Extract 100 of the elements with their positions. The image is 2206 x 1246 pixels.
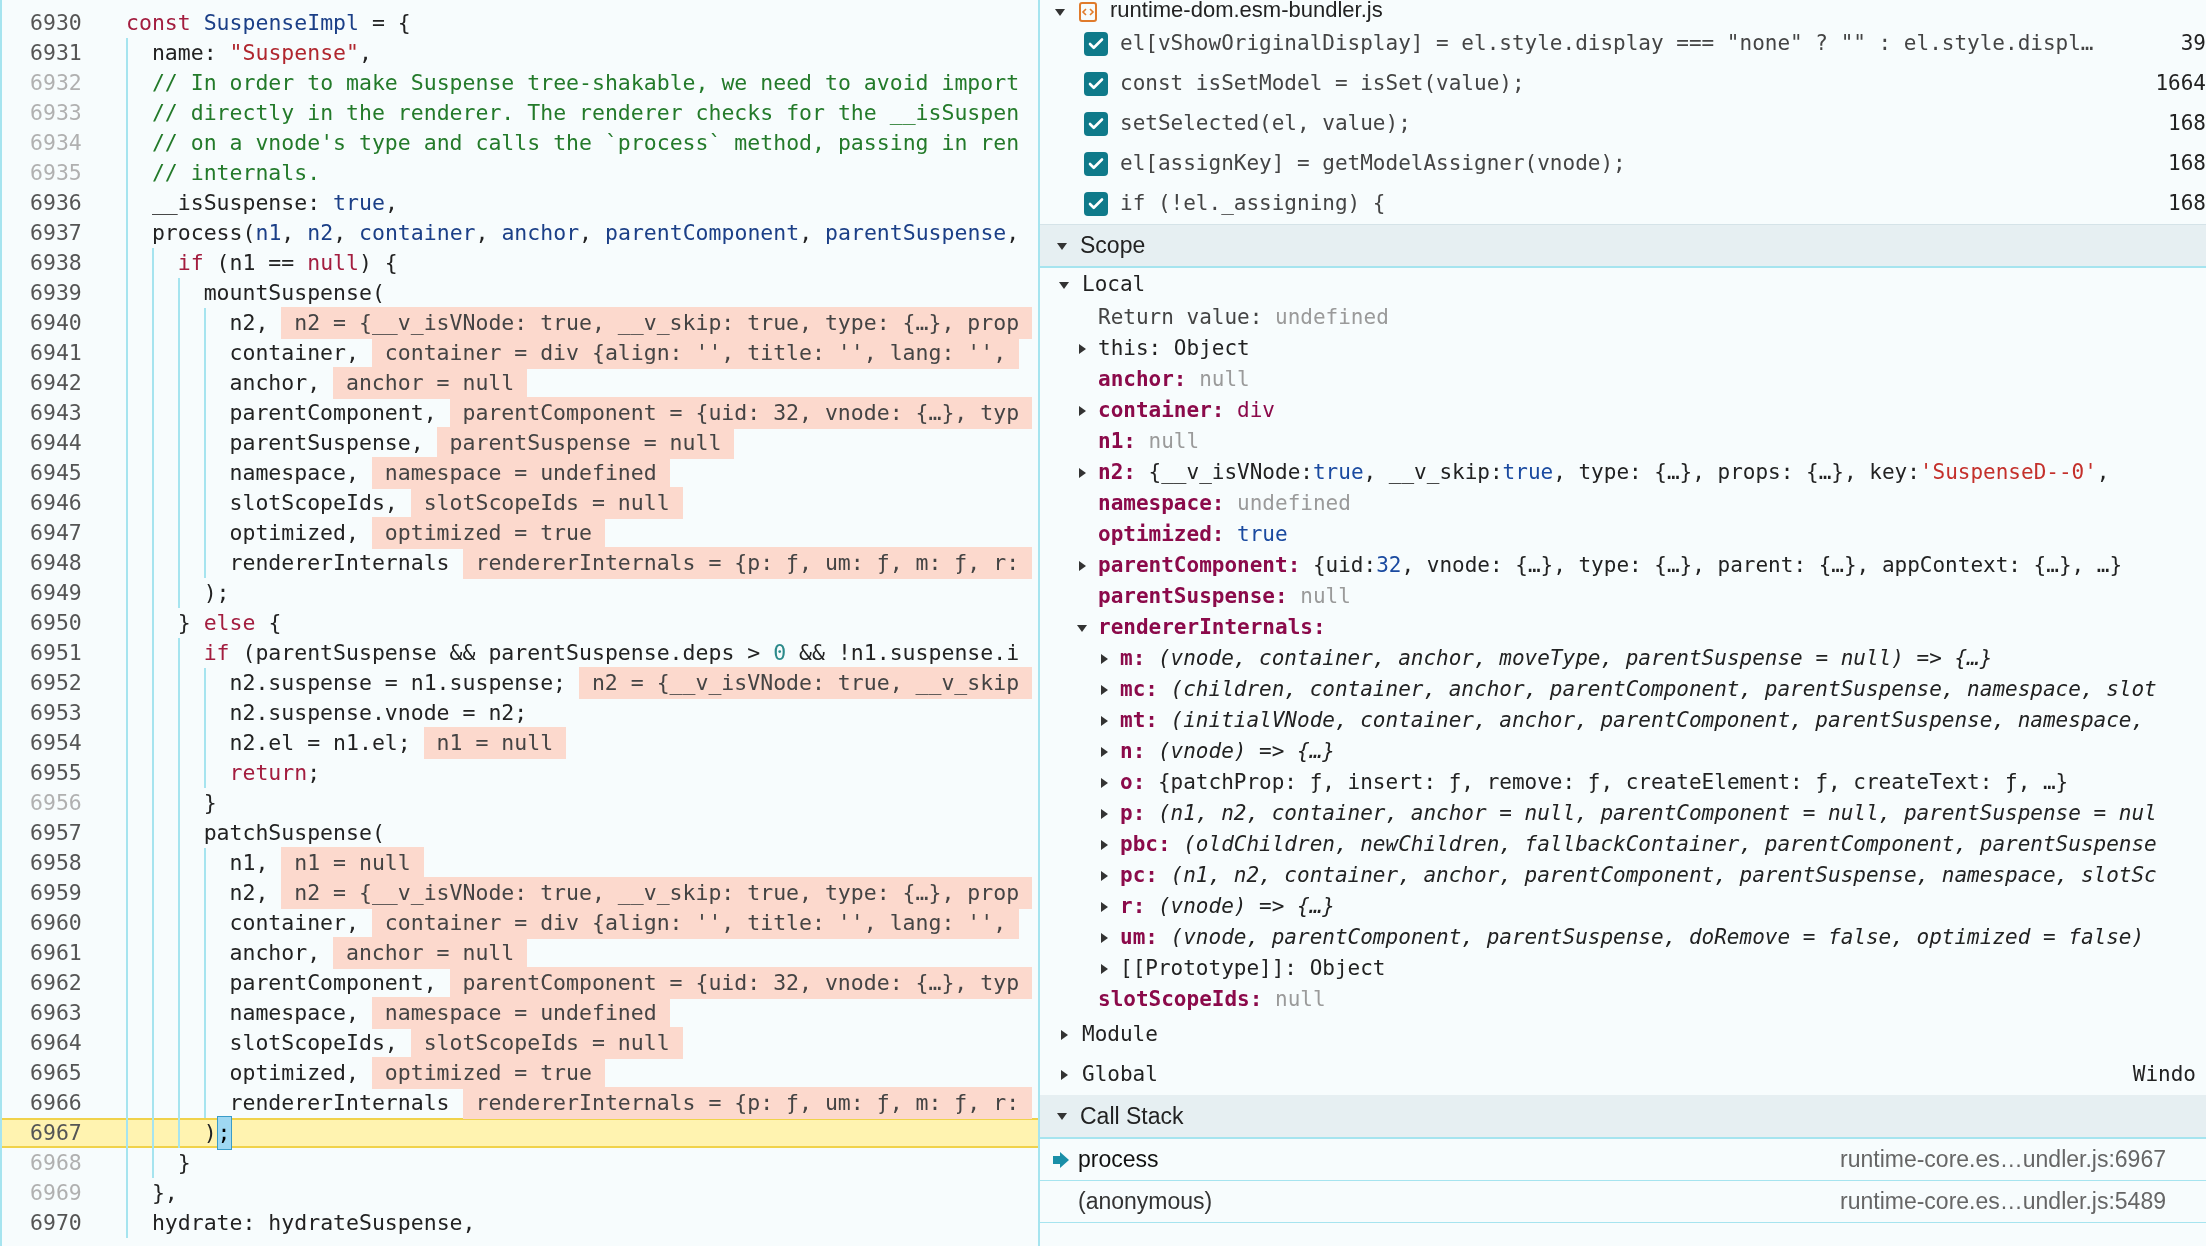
code-text: anchor, (229, 368, 321, 397)
property-value: div (1237, 396, 1275, 424)
property-key[interactable]: r: (1120, 890, 1146, 923)
scope-group-value: Windo (2132, 1061, 2196, 1089)
property-key[interactable]: slotScopeIds: (1098, 983, 1263, 1016)
code-literal: true (332, 188, 385, 217)
property-value: (vnode) => {…} (1157, 737, 1335, 765)
collapsed-triangle-icon[interactable] (1098, 931, 1110, 944)
collapsed-triangle-icon[interactable] (1058, 1069, 1070, 1081)
code-text: process( (151, 218, 256, 247)
collapsed-triangle-icon[interactable] (1098, 652, 1110, 665)
breakpoint-checkbox[interactable] (1084, 192, 1108, 216)
property-key[interactable]: pc: (1120, 859, 1158, 892)
collapsed-triangle-icon[interactable] (1076, 404, 1088, 417)
property-value: 'SuspenseD--0' (1919, 458, 2097, 486)
inline-value: rendererInternals = {p: ƒ, um: ƒ, m: ƒ, r: (462, 546, 1033, 580)
breakpoint-checkbox[interactable] (1084, 72, 1108, 96)
code-text: (parentSuspense && parentSuspense.deps > (241, 638, 761, 667)
property-value: undefined (1237, 489, 1351, 517)
breakpoint-code[interactable]: const isSetModel = isSet(value); (1120, 68, 1525, 100)
code-text: rendererInternals (229, 1088, 450, 1117)
collapsed-triangle-icon[interactable] (1098, 900, 1110, 913)
collapsed-triangle-icon[interactable] (1098, 776, 1110, 789)
code-text: , (333, 218, 347, 247)
breakpoint-file-name[interactable]: runtime-dom.esm-bundler.js (1110, 0, 1383, 24)
expanded-triangle-icon[interactable] (1058, 279, 1070, 291)
property-value: , (2096, 458, 2110, 486)
code-text: container, (229, 908, 359, 937)
collapsed-triangle-icon[interactable] (1076, 342, 1088, 355)
pause-marker: ; (216, 1115, 232, 1151)
code-text: (n1 == (215, 248, 295, 277)
collapsed-triangle-icon[interactable] (1076, 559, 1088, 572)
property-key[interactable]: mc: (1120, 673, 1158, 706)
property-key[interactable]: n1: (1098, 425, 1136, 458)
collapsed-triangle-icon[interactable] (1098, 838, 1110, 851)
property-key[interactable]: o: (1120, 766, 1146, 799)
property-value: (vnode) => {…} (1157, 892, 1335, 920)
property-value: true (1312, 458, 1364, 486)
inline-value: namespace = undefined (371, 996, 670, 1030)
property-key[interactable]: m: (1120, 642, 1146, 675)
scope-group-label[interactable]: Global (1082, 1059, 1158, 1091)
code-keyword: const (126, 8, 191, 37)
call-frame-name[interactable]: process (1078, 1142, 1159, 1177)
inline-value: namespace = undefined (371, 456, 670, 490)
scope-header[interactable]: Scope (1040, 224, 2206, 268)
property-key[interactable]: n2: (1098, 456, 1136, 489)
property-key[interactable]: [[Prototype]]: (1120, 952, 1297, 985)
property-value: (initialVNode, container, anchor, parentComponent, parentSuspense, namespace, (1170, 706, 2145, 734)
collapsed-triangle-icon[interactable] (1098, 869, 1110, 882)
property-key[interactable]: Return value: (1098, 301, 1263, 334)
property-value: (n1, n2, container, anchor = null, parentComponent = null, parentSuspense = nul (1157, 799, 2157, 827)
property-key[interactable]: parentSuspense: (1098, 580, 1288, 613)
inline-value: container = div {align: '', title: '', lang: '', (371, 906, 1020, 940)
property-value: true (1502, 458, 1554, 486)
call-frame-name[interactable]: (anonymous) (1078, 1184, 1213, 1219)
breakpoint-checkbox[interactable] (1084, 152, 1108, 176)
call-frame-location[interactable]: runtime-core.es…undler.js:6967 (1840, 1142, 2166, 1177)
breakpoint-line-number: 1664 (2155, 70, 2206, 98)
breakpoint-code[interactable]: el[vShowOriginalDisplay] = el.style.display === "none" ? "" : el.style.displ… (1120, 28, 2094, 60)
property-key[interactable]: optimized: (1098, 518, 1225, 551)
collapsed-triangle-icon[interactable] (1098, 683, 1110, 696)
scope-group-label[interactable]: Module (1082, 1019, 1158, 1051)
code-text: , (281, 218, 295, 247)
property-key[interactable]: container: (1098, 394, 1225, 427)
breakpoint-checkbox[interactable] (1084, 112, 1108, 136)
breakpoint-checkbox[interactable] (1084, 32, 1108, 56)
property-key[interactable]: um: (1120, 921, 1158, 954)
collapsed-triangle-icon[interactable] (1058, 1029, 1070, 1041)
property-key[interactable]: p: (1120, 797, 1146, 830)
code-text: && !n1.suspense.i (798, 638, 1020, 667)
expanded-triangle-icon[interactable] (1056, 1110, 1068, 1122)
breakpoint-code[interactable]: setSelected(el, value); (1120, 108, 1411, 140)
breakpoint-code[interactable]: el[assignKey] = getModelAssigner(vnode); (1120, 148, 1626, 180)
code-text: = { (370, 8, 411, 37)
scope-group-label[interactable]: Local (1082, 269, 1146, 301)
collapsed-triangle-icon[interactable] (1098, 745, 1110, 758)
expanded-triangle-icon[interactable] (1054, 6, 1066, 18)
code-keyword: else (202, 608, 256, 637)
collapsed-triangle-icon[interactable] (1098, 714, 1110, 727)
property-key[interactable]: pbc: (1120, 828, 1171, 861)
property-value: 32 (1376, 551, 1402, 579)
property-value: , __v_skip: (1363, 458, 1503, 486)
code-text: parentComponent, (229, 968, 437, 997)
collapsed-triangle-icon[interactable] (1076, 466, 1088, 479)
call-frame-location[interactable]: runtime-core.es…undler.js:5489 (1840, 1184, 2166, 1219)
call-stack-header[interactable]: Call Stack (1040, 1095, 2206, 1139)
property-key[interactable]: rendererInternals: (1098, 611, 1326, 644)
property-key[interactable]: anchor: (1098, 363, 1187, 396)
property-key[interactable]: this: (1098, 332, 1162, 365)
collapsed-triangle-icon[interactable] (1098, 807, 1110, 820)
breakpoint-code[interactable]: if (!el._assigning) { (1120, 188, 1386, 220)
collapsed-triangle-icon[interactable] (1098, 962, 1110, 975)
property-value: undefined (1275, 303, 1389, 331)
code-identifier: SuspenseImpl (202, 8, 359, 37)
property-key[interactable]: namespace: (1098, 487, 1225, 520)
code-text: ) { (359, 248, 398, 277)
property-key[interactable]: n: (1120, 735, 1146, 768)
property-key[interactable]: mt: (1120, 704, 1158, 737)
code-text: hydrate: hydrateSuspense, (151, 1208, 476, 1237)
property-key[interactable]: parentComponent: (1098, 549, 1301, 582)
